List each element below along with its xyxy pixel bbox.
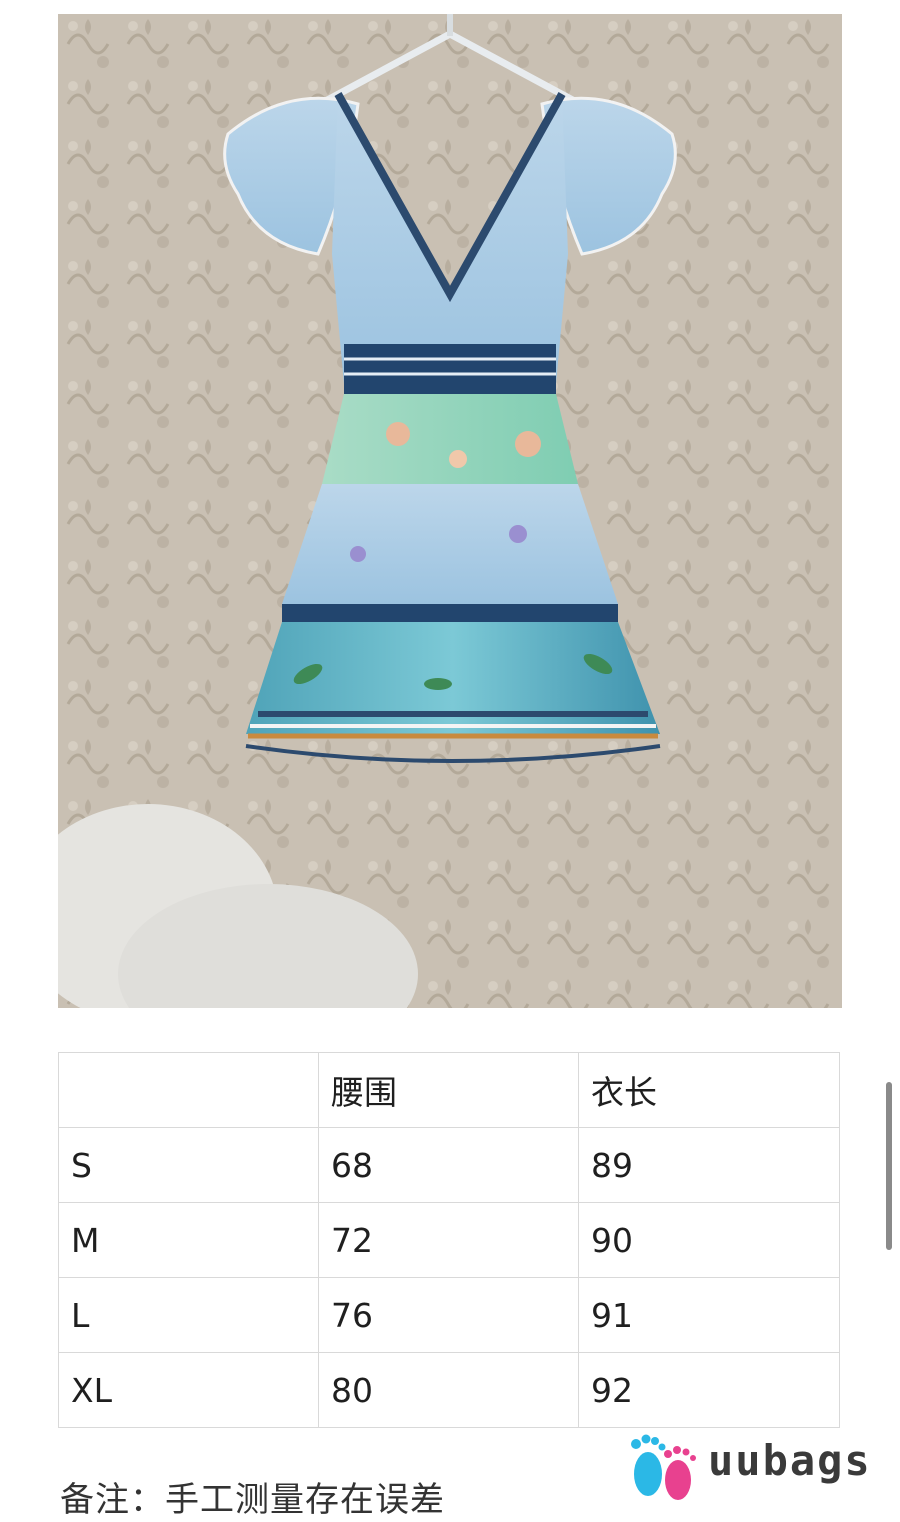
table-row: L 76 91 — [58, 1277, 840, 1353]
table-header-cell: 腰围 — [318, 1052, 579, 1128]
table-header-cell — [58, 1052, 319, 1128]
table-row: S 68 89 — [58, 1127, 840, 1203]
scrollbar[interactable] — [886, 1082, 892, 1250]
table-cell: 92 — [578, 1352, 840, 1428]
table-cell: L — [58, 1277, 319, 1353]
table-cell: 68 — [318, 1127, 579, 1203]
size-table: 腰围 衣长 S 68 89 M 72 90 L 76 91 XL 80 92 — [58, 1052, 840, 1428]
watermark: uubags — [622, 1428, 882, 1506]
table-cell: 76 — [318, 1277, 579, 1353]
table-cell: 72 — [318, 1202, 579, 1278]
dress-image — [58, 14, 842, 1008]
table-cell: S — [58, 1127, 319, 1203]
table-header-row: 腰围 衣长 — [58, 1052, 840, 1128]
table-cell: XL — [58, 1352, 319, 1428]
watermark-text: uubags — [708, 1436, 872, 1485]
footprints-icon — [631, 1434, 696, 1500]
measurement-note: 备注：手工测量存在误差 — [60, 1480, 445, 1520]
table-header-cell: 衣长 — [578, 1052, 840, 1128]
table-cell: 91 — [578, 1277, 840, 1353]
table-cell: 80 — [318, 1352, 579, 1428]
table-row: M 72 90 — [58, 1202, 840, 1278]
table-cell: 89 — [578, 1127, 840, 1203]
product-photo — [58, 14, 842, 1008]
table-cell: M — [58, 1202, 319, 1278]
table-row: XL 80 92 — [58, 1352, 840, 1428]
table-cell: 90 — [578, 1202, 840, 1278]
